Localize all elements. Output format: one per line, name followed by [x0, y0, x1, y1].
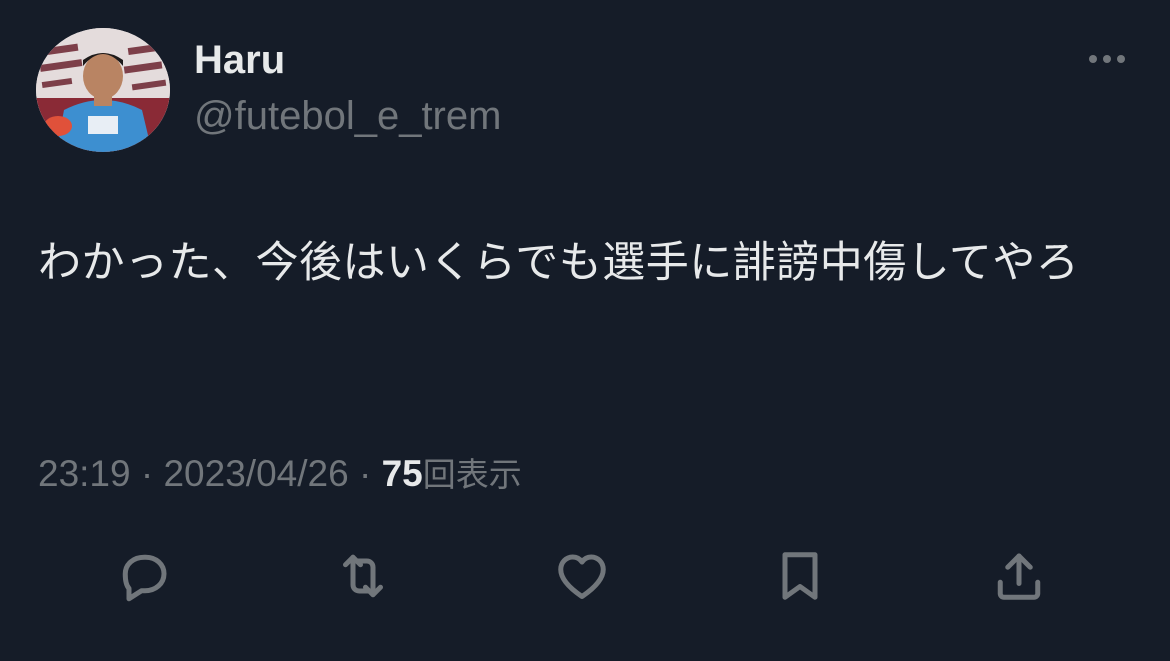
- user-handle[interactable]: @futebol_e_trem: [194, 92, 501, 140]
- tweet-date[interactable]: 2023/04/26: [163, 453, 348, 494]
- meta-separator: ·: [140, 453, 154, 494]
- meta-separator: ·: [358, 453, 372, 494]
- bookmark-icon: [782, 552, 818, 600]
- tweet-meta: 23:19 · 2023/04/26 · 75回表示: [38, 450, 522, 499]
- bookmark-button[interactable]: [764, 540, 836, 612]
- share-button[interactable]: [983, 540, 1055, 612]
- tweet-time[interactable]: 23:19: [38, 453, 131, 494]
- avatar-photo: [36, 28, 170, 152]
- views-count: 75: [381, 453, 423, 494]
- tweet-text: わかった、今後はいくらでも選手に誹謗中傷してやろ: [38, 238, 1080, 288]
- more-dot: [1089, 55, 1097, 63]
- retweet-button[interactable]: [327, 540, 399, 612]
- heart-icon: [558, 554, 606, 599]
- more-dot: [1103, 55, 1111, 63]
- speech-bubble-icon: [122, 554, 167, 602]
- display-name[interactable]: Haru: [194, 36, 285, 84]
- views-label: 回表示: [422, 455, 522, 494]
- more-dot: [1117, 55, 1125, 63]
- share-icon: [997, 553, 1041, 600]
- more-options-icon[interactable]: [1080, 44, 1134, 74]
- avatar[interactable]: [36, 28, 170, 152]
- action-bar: [0, 540, 1170, 612]
- like-button[interactable]: [546, 540, 618, 612]
- retweet-icon: [343, 554, 383, 598]
- reply-button[interactable]: [108, 540, 180, 612]
